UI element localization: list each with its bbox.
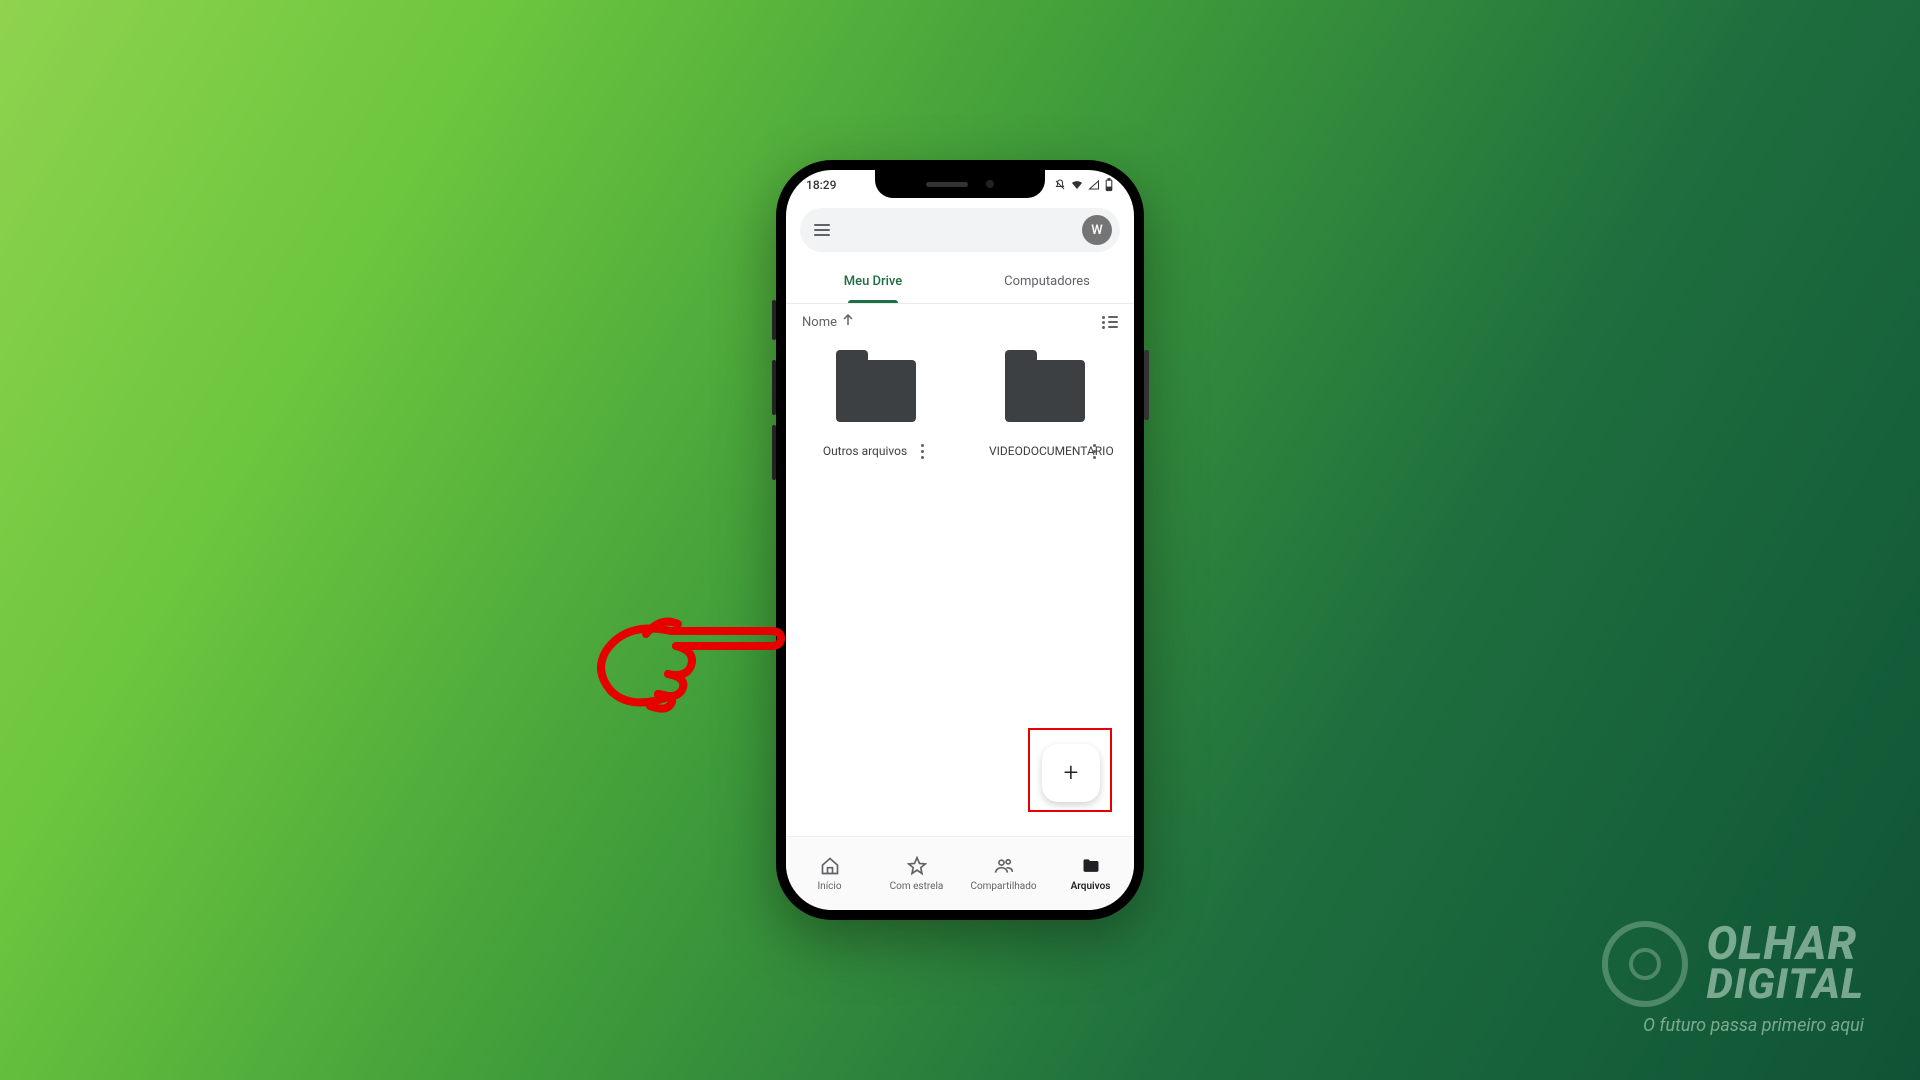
wifi-icon bbox=[1070, 179, 1084, 191]
folder-more-icon[interactable] bbox=[917, 438, 928, 465]
watermark-line2: DIGITAL bbox=[1706, 966, 1864, 1004]
avatar[interactable]: W bbox=[1082, 215, 1112, 245]
phone-screen: 18:29 bbox=[786, 170, 1134, 910]
folder-label: Outros arquivos bbox=[823, 444, 907, 460]
folder-more-icon[interactable] bbox=[1089, 438, 1100, 465]
folder-icon bbox=[836, 360, 916, 422]
folder-nav-icon bbox=[1081, 856, 1101, 876]
folder-icon bbox=[1005, 360, 1085, 422]
nav-home[interactable]: Início bbox=[786, 837, 873, 910]
pointing-hand-icon bbox=[576, 596, 786, 716]
nav-shared[interactable]: Compartilhado bbox=[960, 837, 1047, 910]
tab-computers[interactable]: Computadores bbox=[960, 260, 1134, 303]
search-bar[interactable]: W bbox=[800, 208, 1120, 252]
phone-notch bbox=[875, 170, 1045, 198]
volume-up-button bbox=[772, 360, 776, 415]
folder-item[interactable]: VIDEODOCUMENTARIO bbox=[965, 360, 1124, 465]
search-row: W bbox=[786, 200, 1134, 260]
view-toggle-list-icon[interactable] bbox=[1102, 316, 1118, 329]
tab-my-drive[interactable]: Meu Drive bbox=[786, 260, 960, 303]
avatar-initial: W bbox=[1091, 223, 1102, 238]
home-icon bbox=[820, 856, 840, 876]
nav-shared-label: Compartilhado bbox=[970, 881, 1036, 892]
status-time: 18:29 bbox=[806, 178, 836, 192]
nav-files[interactable]: Arquivos bbox=[1047, 837, 1134, 910]
sort-button[interactable]: Nome bbox=[802, 314, 853, 330]
sort-row: Nome bbox=[786, 304, 1134, 340]
signal-icon bbox=[1088, 179, 1100, 191]
watermark-logo-icon bbox=[1602, 921, 1688, 1007]
nav-starred-label: Com estrela bbox=[890, 881, 944, 892]
folder-label: VIDEODOCUMENTARIO bbox=[989, 444, 1079, 460]
drive-tabs: Meu Drive Computadores bbox=[786, 260, 1134, 304]
sort-label: Nome bbox=[802, 315, 837, 330]
phone-frame: 18:29 bbox=[776, 160, 1144, 920]
nav-files-label: Arquivos bbox=[1071, 881, 1111, 892]
tab-computers-label: Computadores bbox=[1004, 274, 1090, 289]
star-icon bbox=[907, 856, 927, 876]
nav-starred[interactable]: Com estrela bbox=[873, 837, 960, 910]
people-icon bbox=[994, 856, 1014, 876]
plus-icon: + bbox=[1064, 758, 1079, 788]
menu-icon[interactable] bbox=[814, 224, 830, 236]
bottom-nav: Início Com estrela bbox=[786, 836, 1134, 910]
dnd-icon bbox=[1054, 179, 1066, 191]
folder-item[interactable]: Outros arquivos bbox=[796, 360, 955, 465]
folder-grid: Outros arquivos VIDEODOCUMENTARIO bbox=[786, 340, 1134, 465]
watermark: OLHAR DIGITAL O futuro passa primeiro aq… bbox=[1602, 921, 1864, 1036]
battery-icon bbox=[1104, 178, 1114, 192]
watermark-tagline: O futuro passa primeiro aqui bbox=[1643, 1015, 1864, 1036]
nav-home-label: Início bbox=[817, 881, 841, 892]
tab-my-drive-label: Meu Drive bbox=[844, 274, 903, 289]
arrow-up-icon bbox=[843, 314, 853, 330]
add-fab-button[interactable]: + bbox=[1042, 744, 1100, 802]
volume-down-button bbox=[772, 425, 776, 480]
